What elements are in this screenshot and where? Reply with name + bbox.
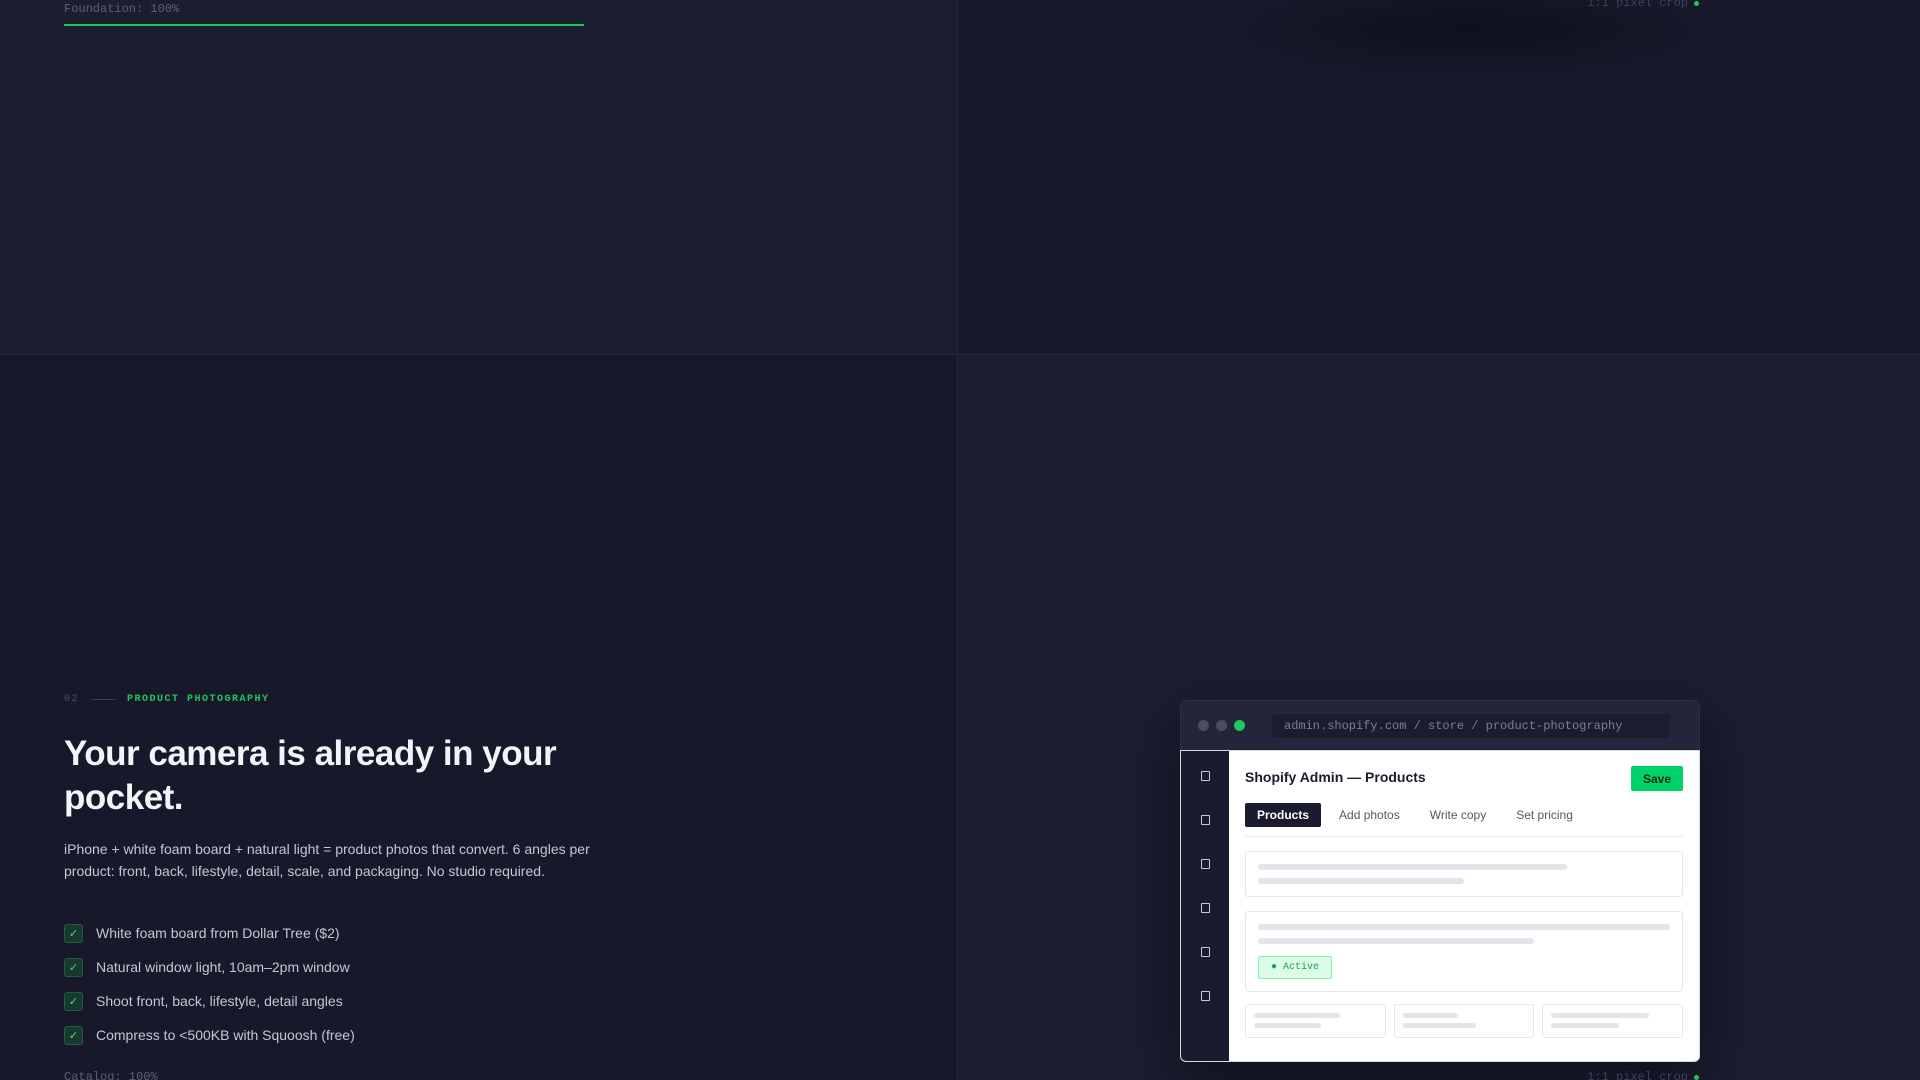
bottom-right-panel: admin.shopify.com / store / product-phot… [959, 356, 1920, 1080]
tab-add-photos[interactable]: Add photos [1327, 803, 1412, 827]
checklist-item-text: White foam board from Dollar Tree ($2) [96, 925, 340, 941]
checklist-item: ✓ White foam board from Dollar Tree ($2) [64, 916, 355, 950]
section-headline: Your camera is already in your pocket. [64, 734, 557, 817]
placeholder-line [1258, 938, 1535, 944]
top-left-panel: Foundation: 100% [0, 0, 958, 355]
checklist-item-text: Natural window light, 10am–2pm window [96, 959, 350, 975]
sidebar-home-icon[interactable] [1200, 771, 1210, 781]
admin-main: Shopify Admin — Products Save Products A… [1229, 751, 1699, 1061]
admin-app: Shopify Admin — Products Save Products A… [1180, 750, 1700, 1062]
page-title: Shopify Admin — Products [1245, 769, 1426, 785]
section-label: PRODUCT PHOTOGRAPHY [127, 694, 270, 705]
placeholder-line [1258, 864, 1567, 870]
crop-label-bottom: 1:1 pixel crop [1587, 1070, 1699, 1080]
foundation-progress-fill [64, 24, 584, 26]
status-badge: ● Active [1258, 956, 1333, 979]
tab-set-pricing[interactable]: Set pricing [1504, 803, 1585, 827]
placeholder-line [1258, 924, 1670, 930]
top-right-panel: 1:1 pixel crop [959, 0, 1920, 355]
sidebar-products-icon[interactable] [1200, 859, 1210, 869]
product-card-placeholder [1245, 851, 1683, 897]
status-dot-icon [1694, 1074, 1699, 1080]
foundation-progress-label: Foundation: 100% [64, 2, 180, 16]
metric-card-placeholder [1245, 1004, 1386, 1038]
browser-mockup: admin.shopify.com / store / product-phot… [1180, 700, 1700, 1062]
metric-card-placeholder [1542, 1004, 1684, 1038]
sidebar-analytics-icon[interactable] [1200, 947, 1210, 957]
crop-label-top: 1:1 pixel crop [1587, 0, 1699, 10]
checkmark-icon: ✓ [64, 957, 83, 977]
checklist-item: ✓ Natural window light, 10am–2pm window [64, 950, 355, 984]
status-dot-icon [1694, 0, 1699, 6]
tab-write-copy[interactable]: Write copy [1418, 803, 1498, 827]
sidebar-customers-icon[interactable] [1200, 903, 1210, 913]
checkmark-icon: ✓ [64, 991, 83, 1011]
window-maximize-dot [1234, 720, 1245, 731]
url-bar[interactable]: admin.shopify.com / store / product-phot… [1272, 713, 1670, 738]
placeholder-line [1258, 878, 1464, 884]
bottom-left-panel: 02 PRODUCT PHOTOGRAPHY Your camera is al… [0, 356, 958, 1080]
checklist-item: ✓ Shoot front, back, lifestyle, detail an… [64, 984, 355, 1018]
crop-label-text: 1:1 pixel crop [1587, 0, 1688, 10]
metric-card-placeholder [1393, 1004, 1535, 1038]
window-close-dot [1198, 720, 1209, 731]
crop-label-text: 1:1 pixel crop [1587, 1070, 1688, 1080]
foundation-progress-bar [64, 24, 584, 26]
admin-tabs: Products Add photos Write copy Set prici… [1245, 803, 1683, 837]
checklist-item-text: Compress to <500KB with Squoosh (free) [96, 1027, 355, 1043]
checkmark-icon: ✓ [64, 1025, 83, 1045]
section-eyebrow: 02 PRODUCT PHOTOGRAPHY [64, 694, 270, 705]
section-number: 02 [64, 694, 80, 705]
sidebar-orders-icon[interactable] [1200, 815, 1210, 825]
checklist-item: ✓ Compress to <500KB with Squoosh (free) [64, 1018, 355, 1052]
mockup-shadow [1209, 0, 1729, 80]
save-button[interactable]: Save [1630, 766, 1683, 791]
checklist-item-text: Shoot front, back, lifestyle, detail ang… [96, 993, 343, 1009]
checkmark-icon: ✓ [64, 923, 83, 943]
section-description: iPhone + white foam board + natural ligh… [64, 841, 590, 879]
admin-sidebar [1181, 751, 1229, 1061]
sidebar-settings-icon[interactable] [1200, 991, 1210, 1001]
browser-chrome: admin.shopify.com / store / product-phot… [1180, 700, 1700, 750]
product-status-card: ● Active [1245, 911, 1683, 992]
window-minimize-dot [1216, 720, 1227, 731]
tab-products[interactable]: Products [1245, 803, 1322, 827]
eyebrow-divider [91, 699, 116, 700]
checklist: ✓ White foam board from Dollar Tree ($2) … [64, 916, 355, 1052]
catalog-progress-label: Catalog: 100% [64, 1070, 158, 1080]
metrics-row [1245, 1004, 1684, 1038]
